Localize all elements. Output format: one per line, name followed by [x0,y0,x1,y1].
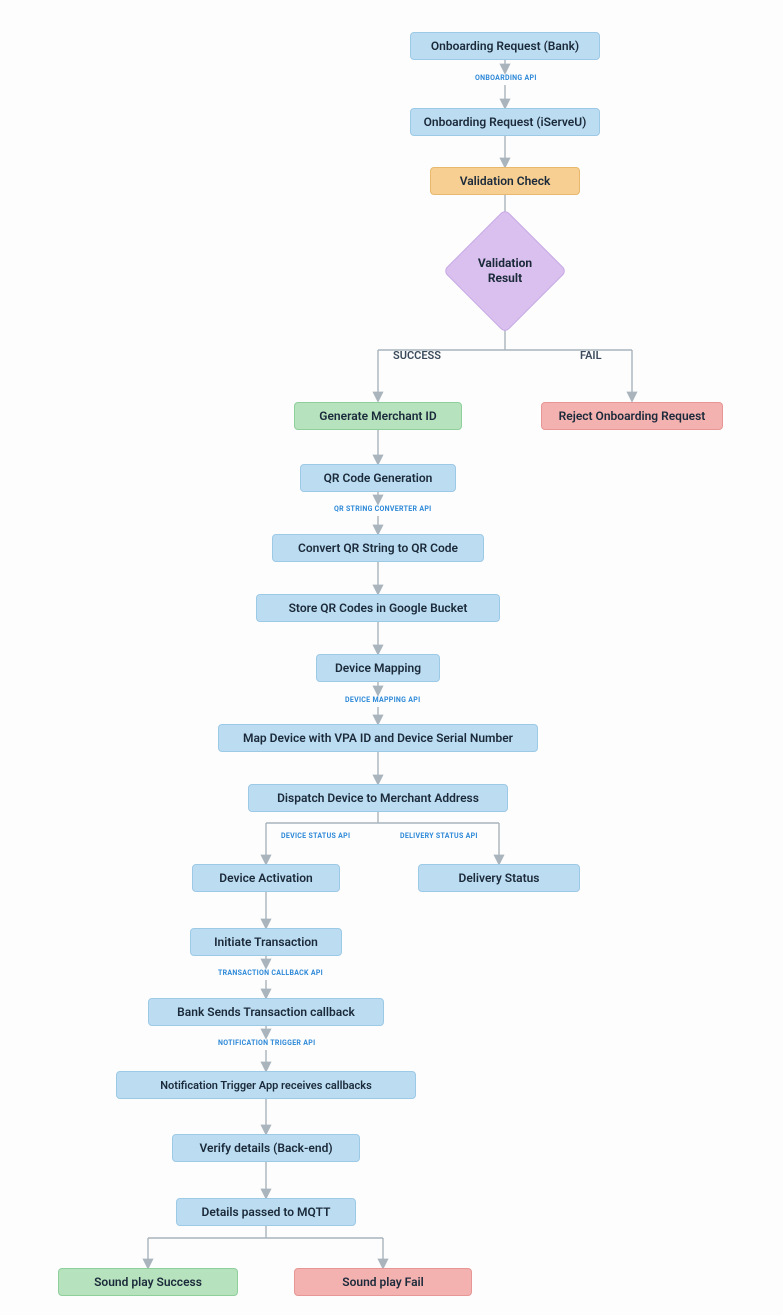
api-label-device-mapping: DEVICE MAPPING API [345,696,420,704]
node-delivery-status: Delivery Status [418,864,580,892]
node-map-device: Map Device with VPA ID and Device Serial… [218,724,538,752]
node-reject-request: Reject Onboarding Request [541,402,723,430]
flowchart-canvas: Onboarding Request (Bank) ONBOARDING API… [0,0,783,1315]
node-validation-result: Validation Result [462,228,548,314]
node-notification-trigger: Notification Trigger App receives callba… [116,1071,416,1099]
node-onboarding-iserveu: Onboarding Request (iServeU) [410,108,600,136]
node-sound-success: Sound play Success [58,1268,238,1296]
node-bank-callback: Bank Sends Transaction callback [148,998,384,1026]
api-label-delivery-status: DELIVERY STATUS API [400,832,478,840]
api-label-txn-callback: TRANSACTION CALLBACK API [218,969,323,977]
validation-result-text: Validation Result [478,256,532,286]
node-qr-generation: QR Code Generation [300,464,456,492]
node-sound-fail: Sound play Fail [294,1268,472,1296]
node-generate-merchant: Generate Merchant ID [294,402,462,430]
branch-label-fail: FAIL [580,349,602,362]
node-validation-check: Validation Check [430,167,580,195]
branch-label-success: SUCCESS [393,349,441,362]
node-store-qr: Store QR Codes in Google Bucket [256,594,500,622]
node-convert-qr: Convert QR String to QR Code [272,534,484,562]
node-onboarding-bank: Onboarding Request (Bank) [410,32,600,60]
node-device-mapping: Device Mapping [316,654,440,682]
api-label-notif-trigger: NOTIFICATION TRIGGER API [218,1039,315,1047]
node-verify-backend: Verify details (Back-end) [172,1134,360,1162]
node-initiate-transaction: Initiate Transaction [190,928,342,956]
api-label-qr-string: QR STRING CONVERTER API [334,505,431,513]
node-mqtt: Details passed to MQTT [176,1198,356,1226]
api-label-onboarding: ONBOARDING API [475,74,537,82]
node-dispatch-device: Dispatch Device to Merchant Address [248,784,508,812]
api-label-device-status: DEVICE STATUS API [281,832,350,840]
node-device-activation: Device Activation [192,864,340,892]
